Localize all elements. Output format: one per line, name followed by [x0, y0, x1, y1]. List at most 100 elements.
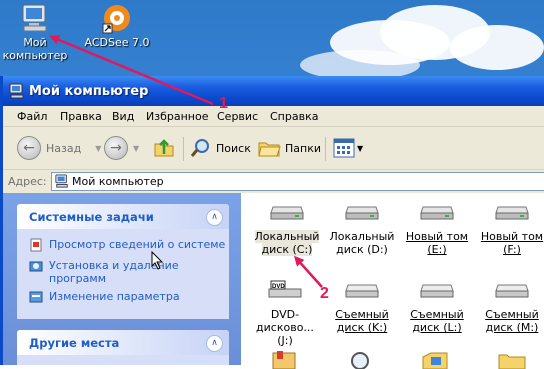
folders-icon — [258, 142, 281, 157]
hard-drive-icon — [495, 206, 529, 220]
hard-drive-icon — [270, 206, 304, 220]
hard-drive-icon — [345, 206, 379, 220]
views-icon — [333, 138, 355, 158]
system-tasks-panel: Системные задачи ∧ Просмотр сведений о с… — [17, 204, 229, 319]
forward-button[interactable]: → ▼ — [104, 135, 139, 161]
folders-label: Папки — [285, 141, 321, 155]
drive-label: диск (K:) — [336, 321, 388, 334]
back-button[interactable]: ← Назад ▼ — [17, 135, 101, 161]
removable-drive-icon — [420, 284, 454, 298]
task-label: Просмотр сведений о системе — [49, 238, 226, 251]
address-field[interactable]: Мой компьютер — [51, 172, 544, 191]
toolbar-separator — [183, 137, 184, 161]
menu-bar: Файл Правка Вид Избранное Сервис Справка — [3, 106, 544, 127]
menu-edit[interactable]: Правка — [60, 110, 102, 123]
drive-label: диск (C:) — [261, 243, 313, 256]
drive-label: Съемный — [485, 308, 539, 321]
search-label: Поиск — [216, 141, 251, 155]
task-label: Изменение параметра — [49, 290, 180, 303]
explorer-window: Мой компьютер Файл Правка Вид Избранное … — [0, 76, 544, 369]
address-bar: Адрес: Мой компьютер — [3, 170, 544, 192]
desktop-icon-acdsee[interactable]: ACDSee 7.0 — [82, 0, 152, 49]
desktop-icon-label: Мой — [23, 36, 47, 49]
desktop-icon-my-computer[interactable]: Мой компьютер — [0, 0, 70, 62]
chevron-down-icon: ▼ — [133, 143, 140, 153]
annotation-step-1: 1 — [219, 95, 228, 112]
drive-label: DVD-дисково... — [256, 308, 314, 334]
task-view-system-info[interactable]: Просмотр сведений о системе — [29, 238, 225, 252]
system-info-icon — [30, 238, 42, 252]
hard-drive-icon — [420, 206, 454, 220]
folders-button[interactable]: Папки — [257, 135, 321, 161]
drive-item[interactable]: Локальный диск (D:) — [325, 201, 399, 256]
drive-label: (F:) — [503, 243, 521, 256]
removable-drive-icon — [345, 284, 379, 298]
drive-label: Новый том — [405, 230, 469, 243]
drive-label: (J:) — [277, 334, 293, 347]
task-change-setting[interactable]: Изменение параметра — [29, 290, 180, 304]
other-places-panel: Другие места ∧ — [17, 330, 229, 365]
chevron-down-icon: ▼ — [357, 143, 364, 153]
computer-icon — [22, 4, 47, 32]
computer-icon — [9, 83, 24, 99]
toolbar: ← Назад ▼ → ▼ Поиск Папки ▼ — [3, 127, 544, 170]
acdsee-icon — [102, 5, 130, 34]
address-value: Мой компьютер — [72, 175, 164, 188]
drive-label: (E:) — [427, 243, 447, 256]
search-icon — [190, 139, 209, 157]
mouse-cursor-icon — [151, 251, 164, 270]
drive-label: Локальный — [254, 230, 320, 243]
address-label: Адрес: — [8, 175, 47, 188]
views-button[interactable]: ▼ — [333, 135, 363, 161]
task-pane: Системные задачи ∧ Просмотр сведений о с… — [3, 193, 241, 365]
arrow-right-icon: → — [104, 136, 128, 160]
folder-up-icon — [154, 139, 174, 157]
drive-label: диск (L:) — [412, 321, 462, 334]
arrow-left-icon: ← — [17, 136, 41, 160]
drive-item[interactable]: Съемный диск (L:) — [400, 279, 474, 334]
cloud — [450, 25, 544, 70]
control-panel-icon — [272, 351, 296, 369]
drive-label: диск (M:) — [485, 321, 539, 334]
menu-favorites[interactable]: Избранное — [146, 110, 208, 123]
drive-item[interactable]: Новый том (E:) — [400, 201, 474, 256]
search-button[interactable]: Поиск — [190, 135, 251, 161]
drive-label: Новый том — [480, 230, 544, 243]
annotation-step-2: 2 — [320, 285, 329, 302]
up-button[interactable] — [153, 135, 175, 161]
desktop-icon-label: компьютер — [2, 49, 68, 62]
menu-view[interactable]: Вид — [112, 110, 134, 123]
desktop-icon-label: ACDSee 7.0 — [84, 36, 150, 49]
collapse-icon[interactable]: ∧ — [206, 209, 223, 226]
menu-help[interactable]: Справка — [270, 110, 318, 123]
shared-folder-icon — [422, 352, 448, 369]
drives-view: Локальный диск (C:) Локальный диск (D:) … — [241, 193, 544, 369]
drive-label: Локальный — [329, 230, 395, 243]
drive-item[interactable]: DVD DVD-дисково... (J:) — [248, 279, 322, 347]
other-places-title: Другие места — [29, 336, 120, 350]
folder-icon — [498, 354, 526, 369]
toolbar-separator — [325, 137, 326, 161]
removable-drive-icon — [495, 284, 529, 298]
search-icon — [351, 352, 369, 369]
chevron-down-icon: ▼ — [95, 143, 102, 153]
system-tasks-title: Системные задачи — [29, 210, 154, 224]
menu-file[interactable]: Файл — [17, 110, 47, 123]
task-label: программ — [49, 272, 107, 285]
back-label: Назад — [46, 141, 82, 155]
dvd-drive-icon: DVD — [268, 280, 302, 298]
title-bar[interactable]: Мой компьютер — [3, 76, 544, 106]
drive-label: Съемный — [410, 308, 464, 321]
drive-item[interactable]: Съемный диск (M:) — [475, 279, 544, 334]
control-panel-icon — [29, 291, 43, 303]
window-title: Мой компьютер — [29, 84, 149, 99]
drive-item[interactable]: Локальный диск (C:) — [250, 201, 324, 256]
computer-icon — [55, 174, 68, 188]
drive-item[interactable]: Съемный диск (K:) — [325, 279, 399, 334]
collapse-icon[interactable]: ∧ — [206, 335, 223, 352]
other-places-header[interactable]: Другие места ∧ — [17, 330, 229, 355]
drive-item[interactable]: Новый том (F:) — [475, 201, 544, 256]
svg-text:DVD: DVD — [272, 284, 285, 290]
system-tasks-header[interactable]: Системные задачи ∧ — [17, 204, 229, 229]
drive-label: Съемный — [335, 308, 389, 321]
